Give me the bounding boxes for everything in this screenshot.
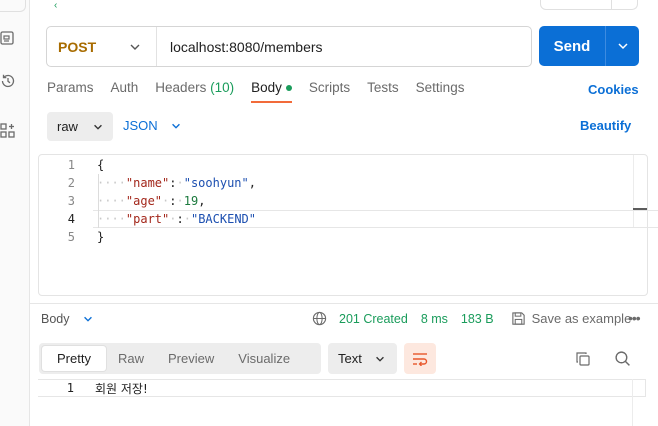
save-as-example-button[interactable]: Save as example	[511, 311, 631, 326]
response-body-text: 회원 저장!	[95, 381, 148, 396]
tab-scripts[interactable]: Scripts	[309, 80, 350, 95]
code-line: 3 ····"age"·:·19,	[67, 194, 206, 208]
response-format-select[interactable]: Text	[328, 343, 397, 374]
tab-auth[interactable]: Auth	[111, 80, 139, 95]
body-mode-label: raw	[57, 119, 78, 134]
partial-tab-indicator: ‹	[54, 0, 58, 11]
chevron-down-icon	[617, 43, 628, 50]
send-button[interactable]: Send	[539, 26, 639, 66]
tab-raw[interactable]: Raw	[106, 346, 156, 371]
send-options-button[interactable]	[606, 39, 639, 53]
request-tabs: Params Auth Headers (10) Body Scripts Te…	[47, 80, 481, 104]
response-section-select[interactable]: Body	[41, 312, 94, 326]
response-view-tabs: Pretty Raw Preview Visualize	[39, 343, 321, 374]
status-badge[interactable]: 201 Created	[339, 312, 408, 326]
tab-settings[interactable]: Settings	[416, 80, 465, 95]
method-select[interactable]: POST	[47, 27, 157, 66]
send-label: Send	[553, 37, 591, 55]
response-time[interactable]: 8 ms	[421, 312, 448, 326]
chevron-down-icon	[375, 356, 384, 362]
environment-icon[interactable]	[0, 30, 16, 46]
response-divider[interactable]	[30, 303, 658, 304]
tab-tests[interactable]: Tests	[367, 80, 399, 95]
headers-count: (10)	[210, 80, 235, 95]
apis-grid-icon[interactable]	[0, 123, 16, 139]
code-line: 4 ····"part"·:·"BACKEND"	[67, 212, 256, 226]
history-icon[interactable]	[0, 73, 16, 89]
method-label: POST	[58, 38, 97, 55]
tab-params[interactable]: Params	[47, 80, 94, 95]
chevron-down-icon	[83, 316, 92, 322]
cookies-link[interactable]: Cookies	[588, 82, 639, 97]
body-modified-dot	[285, 85, 292, 92]
code-line: 1 {	[67, 158, 105, 172]
wrap-lines-icon	[413, 352, 428, 366]
body-mode-select[interactable]: raw	[47, 112, 113, 141]
language-select[interactable]: JSON	[123, 118, 182, 133]
tab-pretty[interactable]: Pretty	[42, 346, 106, 371]
top-toolbar-fragment[interactable]	[540, 0, 638, 10]
url-input[interactable]: localhost:8080/members	[157, 39, 323, 55]
response-title: Body	[41, 312, 70, 326]
globe-icon[interactable]	[312, 311, 327, 326]
chevron-down-icon	[171, 123, 180, 129]
copy-icon[interactable]	[575, 351, 591, 367]
response-size[interactable]: 183 B	[461, 312, 494, 326]
search-icon[interactable]	[614, 350, 631, 367]
save-icon	[511, 312, 525, 325]
response-body-line[interactable]: 1 회원 저장!	[38, 379, 646, 397]
beautify-button[interactable]: Beautify	[580, 118, 631, 133]
language-label: JSON	[123, 118, 158, 133]
chevron-down-icon	[130, 44, 140, 50]
sidebar-top-button[interactable]	[0, 0, 26, 12]
tab-preview[interactable]: Preview	[156, 346, 226, 371]
tab-headers[interactable]: Headers (10)	[155, 80, 234, 95]
request-body-editor[interactable]: 1 { 2 ····"name":·"soohyun", 3 ····"age"…	[38, 154, 658, 296]
format-label: Text	[338, 351, 362, 366]
wrap-lines-button[interactable]	[404, 343, 436, 374]
line-number: 1	[66, 381, 74, 395]
more-options-icon[interactable]: •••	[628, 310, 641, 326]
request-url-bar: POST localhost:8080/members	[46, 26, 532, 67]
left-sidebar-rail	[0, 0, 30, 426]
tab-body[interactable]: Body	[251, 80, 292, 103]
response-meta: 201 Created 8 ms 183 B Save as example	[312, 311, 631, 326]
code-line: 5 }	[67, 230, 105, 244]
code-line: 2 ····"name":·"soohyun",	[67, 176, 256, 190]
tab-visualize[interactable]: Visualize	[226, 346, 302, 371]
chevron-down-icon	[94, 124, 102, 130]
